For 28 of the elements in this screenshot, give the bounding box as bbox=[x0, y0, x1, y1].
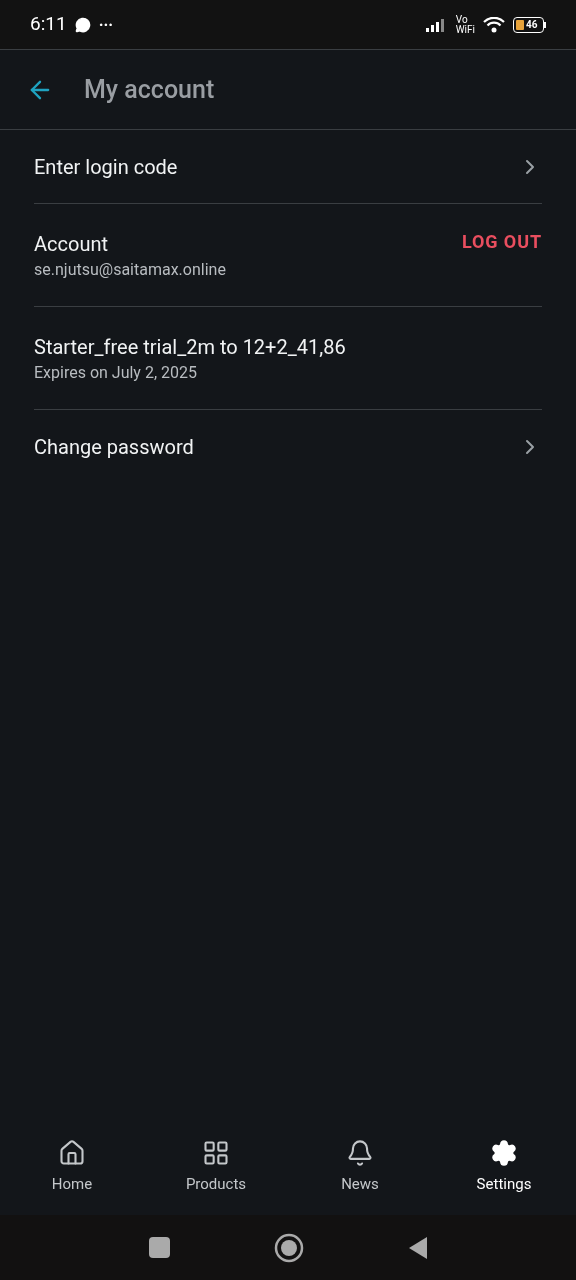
vowifi-label: Vo WiFi bbox=[455, 14, 475, 35]
nav-tab[interactable]: Home bbox=[0, 1139, 144, 1196]
chat-icon bbox=[74, 16, 91, 33]
nav-tab[interactable]: Products bbox=[144, 1139, 288, 1196]
bell-icon bbox=[346, 1139, 374, 1168]
clock: 6:11 bbox=[30, 11, 67, 38]
menu-row[interactable]: Change password bbox=[34, 410, 542, 484]
grid-icon bbox=[202, 1139, 230, 1168]
nav-tab[interactable]: News bbox=[288, 1139, 432, 1196]
row-title: Starter_free trial_2m to 12+2_41,86 bbox=[34, 334, 346, 361]
row-title: Change password bbox=[34, 434, 194, 461]
row-title: Enter login code bbox=[34, 153, 178, 181]
settings-icon bbox=[490, 1139, 518, 1168]
home-button[interactable] bbox=[273, 1232, 304, 1263]
home-icon bbox=[58, 1139, 86, 1168]
back-nav-button[interactable] bbox=[407, 1235, 428, 1260]
wifi-icon bbox=[483, 16, 505, 33]
more-indicator: ··· bbox=[98, 13, 114, 36]
log-out-button[interactable]: LOG OUT bbox=[461, 230, 542, 254]
row-subtitle: Expires on July 2, 2025 bbox=[34, 362, 198, 384]
menu-row[interactable]: Enter login code bbox=[34, 130, 542, 204]
row-title: Account bbox=[34, 231, 109, 258]
page-title: My account bbox=[84, 73, 215, 106]
recents-button[interactable] bbox=[148, 1237, 170, 1258]
nav-tab[interactable]: Settings bbox=[432, 1139, 576, 1196]
battery-fill bbox=[516, 19, 524, 30]
row-subtitle: se.njutsu@saitamax.online bbox=[34, 259, 226, 281]
battery-level: 46 bbox=[526, 19, 538, 30]
